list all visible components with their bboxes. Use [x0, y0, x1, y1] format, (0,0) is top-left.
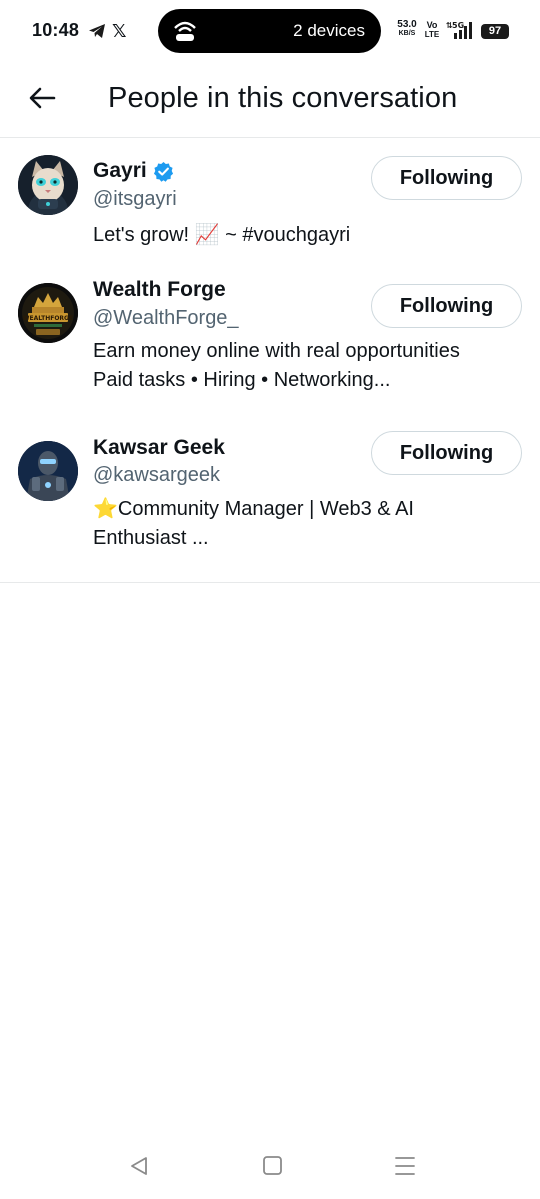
user-name: Gayri [93, 159, 147, 182]
list-divider [0, 582, 540, 583]
back-button[interactable] [20, 76, 64, 120]
avatar[interactable] [18, 155, 78, 215]
user-handle: @WealthForge_ [93, 307, 239, 329]
clock: 10:48 [32, 20, 80, 40]
robot-avatar-image [18, 441, 78, 501]
volte-indicator: Vo LTE [424, 20, 440, 39]
user-handle: @itsgayri [93, 188, 177, 210]
people-list: Gayri @itsgayri Let's grow! 📈 ~ #vouchga… [0, 139, 540, 582]
user-name: Wealth Forge [93, 278, 226, 301]
square-home-icon[interactable] [258, 1154, 286, 1178]
svg-text:5G: 5G [452, 21, 464, 30]
arrow-left-icon [29, 87, 56, 109]
avatar[interactable] [18, 441, 78, 501]
following-button[interactable]: Following [371, 156, 522, 200]
wealthforge-logo-image: WEALTHFORGE [18, 283, 78, 343]
network-speed: 53.0 KB/S [397, 19, 417, 38]
devices-count: 2 devices [293, 21, 365, 40]
user-bio: ⭐Community Manager | Web3 & AI Enthusias… [93, 498, 414, 549]
devices-pill[interactable]: 2 devices [158, 9, 381, 53]
system-nav-bar [0, 1140, 540, 1199]
triangle-back-icon[interactable] [126, 1154, 154, 1178]
cat-avatar-image [18, 155, 78, 215]
top-app-bar: People in this conversation [0, 62, 540, 138]
menu-lines-icon[interactable] [391, 1154, 419, 1178]
user-name: Kawsar Geek [93, 436, 225, 459]
user-bio: Earn money online with real opportunitie… [93, 340, 460, 391]
user-handle: @kawsargeek [93, 464, 221, 486]
signal-icon: ⇅ 5G [446, 21, 472, 39]
status-bar: 10:48 𝕏 2 devices 53.0 KB/S Vo LTE ⇅ 5G … [0, 0, 540, 62]
user-cell[interactable]: Gayri @itsgayri Let's grow! 📈 ~ #vouchga… [0, 139, 540, 269]
user-bio: Let's grow! 📈 ~ #vouchgayri [93, 224, 351, 246]
connected-devices-icon [174, 21, 196, 41]
avatar[interactable]: WEALTHFORGE [18, 283, 78, 343]
user-cell[interactable]: Kawsar Geek @kawsargeek ⭐Community Manag… [0, 427, 540, 582]
user-cell[interactable]: WEALTHFORGE Wealth Forge @WealthForge_ E… [0, 269, 540, 427]
page-title: People in this conversation [108, 82, 458, 114]
battery-icon: 97 [481, 24, 509, 39]
x-logo-icon: 𝕏 [112, 21, 127, 41]
svg-text:WEALTHFORGE: WEALTHFORGE [23, 315, 73, 322]
following-button[interactable]: Following [371, 284, 522, 328]
following-button[interactable]: Following [371, 431, 522, 475]
telegram-icon [89, 24, 105, 38]
verified-badge-icon [153, 161, 173, 182]
